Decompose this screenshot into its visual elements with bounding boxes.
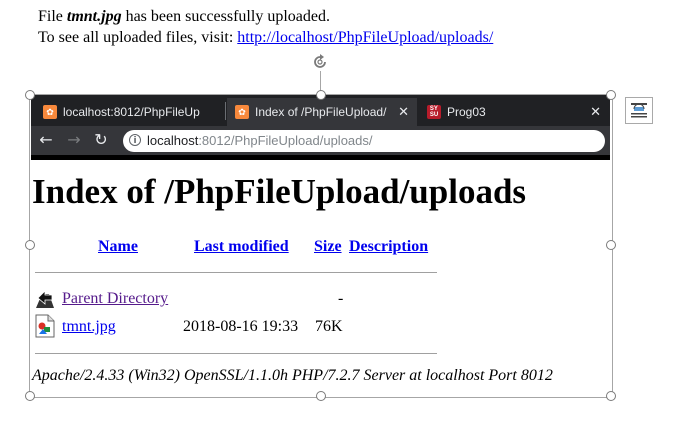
image-file-icon [35, 314, 55, 338]
tab-localhost[interactable]: ✿ localhost:8012/PhpFileUp [35, 98, 225, 126]
reload-icon[interactable]: ↻ [91, 130, 111, 150]
resize-handle-top[interactable] [316, 90, 326, 100]
site-info-icon[interactable]: i [129, 134, 141, 146]
page-heading: Index of /PhpFileUpload/uploads [32, 172, 527, 211]
back-folder-icon [36, 290, 54, 308]
resize-handle-bottom-right[interactable] [606, 391, 616, 401]
row-last-modified: 2018-08-16 19:33 [183, 318, 299, 335]
column-header-description[interactable]: Description [349, 238, 428, 256]
resize-handle-top-left[interactable] [25, 90, 35, 100]
column-header-size[interactable]: Size [314, 238, 342, 256]
parent-directory-link[interactable]: Parent Directory [62, 290, 168, 307]
footer-rule [35, 353, 437, 354]
uploads-link[interactable]: http://localhost/PhpFileUpload/uploads/ [237, 29, 493, 46]
address-bar[interactable]: i localhost:8012/PhpFileUpload/uploads/ [123, 130, 605, 152]
resize-handle-bottom-left[interactable] [25, 391, 35, 401]
column-header-last-modified[interactable]: Last modified [194, 238, 289, 256]
tab-separator [225, 102, 226, 120]
layout-options-button[interactable] [625, 97, 653, 124]
upload-message: File tmnt.jpg has been successfully uplo… [38, 6, 493, 48]
table-row: Parent Directory [62, 290, 168, 308]
tab-close-icon[interactable]: ✕ [398, 104, 409, 120]
resize-handle-bottom[interactable] [316, 391, 326, 401]
resize-handle-left[interactable] [25, 240, 35, 250]
resize-handle-right[interactable] [606, 240, 616, 250]
row-size: - [338, 290, 344, 307]
rotate-handle-icon[interactable] [311, 53, 329, 71]
table-row: tmnt.jpg [62, 318, 116, 336]
upload-line-2: To see all uploaded files, visit: http:/… [38, 29, 494, 46]
upload-line-1: File tmnt.jpg has been successfully uplo… [38, 8, 330, 25]
forward-arrow-icon[interactable]: → [64, 130, 84, 150]
uploaded-file-name: tmnt.jpg [66, 8, 122, 25]
xampp-icon: ✿ [235, 105, 249, 119]
header-rule [35, 272, 437, 273]
sysu-icon: SY SU [427, 105, 441, 119]
file-link-tmnt[interactable]: tmnt.jpg [62, 318, 116, 335]
text-wrap-icon [631, 103, 647, 118]
tab-index-of-uploads[interactable]: ✿ Index of /PhpFileUpload/ ✕ [227, 98, 417, 126]
address-url: localhost:8012/PhpFileUpload/uploads/ [147, 133, 373, 148]
tab-close-icon[interactable]: ✕ [590, 104, 601, 120]
server-signature: Apache/2.4.33 (Win32) OpenSSL/1.1.0h PHP… [32, 367, 553, 384]
tab-prog03[interactable]: SY SU Prog03 ✕ [419, 98, 609, 126]
directory-listing-page: Index of /PhpFileUpload/uploads Name Las… [31, 160, 610, 395]
row-size: 76K [315, 318, 343, 335]
resize-handle-top-right[interactable] [606, 90, 616, 100]
back-arrow-icon[interactable]: ← [36, 130, 56, 150]
browser-toolbar: ← → ↻ i localhost:8012/PhpFileUpload/upl… [31, 126, 610, 155]
column-header-name[interactable]: Name [98, 238, 138, 256]
xampp-icon: ✿ [43, 105, 57, 119]
embedded-browser-screenshot: ✿ localhost:8012/PhpFileUp ✿ Index of /P… [31, 95, 610, 395]
